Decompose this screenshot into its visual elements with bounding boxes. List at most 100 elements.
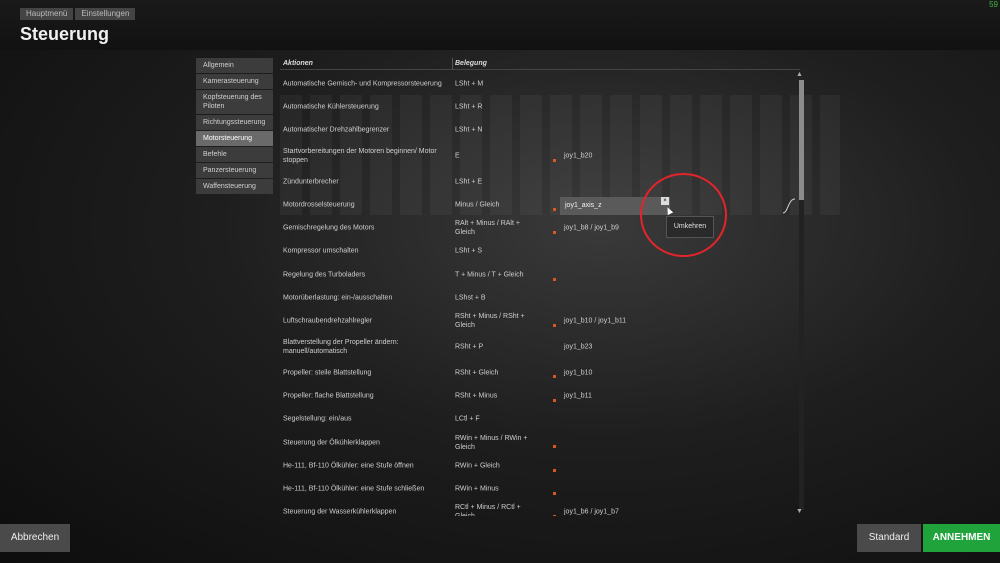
action-label: Steuerung der Ölkühlerklappen [283,439,380,446]
binding-row[interactable]: Propeller: steile Blattstellung RSht + Gl… [280,361,796,384]
binding-row[interactable]: Steuerung der Wasserkühlerklappen RCtl + … [280,501,796,516]
key-binding[interactable]: RWin + Minus / RWin + Gleich [455,434,535,452]
modified-marker-icon [553,277,556,281]
joystick-binding[interactable]: joy1_b10 / joy1_b11 [564,317,644,326]
bindings-table: Automatische Gemisch- und Kompressorsteu… [280,72,796,516]
modified-marker-icon [553,375,556,379]
action-label: Automatischer Drehzahlbegrenzer [283,126,390,134]
joystick-binding[interactable]: joy1_b8 / joy1_b9 [564,224,644,233]
key-binding[interactable]: LSht + N [455,126,535,135]
page-title: Steuerung [20,24,110,44]
breadcrumb: Hauptmenü Einstellungen [20,8,137,20]
modified-marker-icon [553,468,556,472]
action-label: He-111, Bf-110 Ölkühler: eine Stufe öffn… [283,462,414,470]
action-label: Segelstellung: ein/aus [283,415,352,423]
action-label: Regelung des Turboladers [283,271,366,279]
action-label: Kompressor umschalten [283,247,359,255]
sidebar-item[interactable]: Befehle [196,147,273,162]
binding-row[interactable]: Automatischer Drehzahlbegrenzer LSht + N [280,119,796,142]
action-label: Automatische Gemisch- und Kompressorsteu… [283,80,442,88]
binding-row[interactable]: Propeller: flache Blattstellung RSht + Mi… [280,384,796,407]
key-binding[interactable]: RCtl + Minus / RCtl + Gleich [455,503,535,516]
modified-marker-icon [553,398,556,402]
binding-row[interactable]: Automatische Kühlersteuerung LSht + R [280,95,796,118]
key-binding[interactable]: RSht + Gleich [455,368,535,377]
highlight-circle [640,173,727,257]
modified-marker-icon [553,207,556,211]
binding-row[interactable]: Kompressor umschalten LSht + S [280,240,796,263]
action-label: Steuerung der Wasserkühlerklappen [283,508,397,516]
column-header-actions: Aktionen [283,60,313,67]
modified-marker-icon [553,445,556,449]
binding-row[interactable]: Startvorbereitungen der Motoren beginnen… [280,142,796,170]
column-header-binding: Belegung [455,60,487,67]
key-binding[interactable]: LSht + E [455,177,535,186]
modified-marker-icon [553,491,556,495]
modified-marker-icon [553,515,556,516]
binding-row[interactable]: Steuerung der Ölkühlerklappen RWin + Minu… [280,431,796,454]
joystick-binding[interactable]: joy1_b20 [564,151,644,160]
key-binding[interactable]: LCtl + F [455,415,535,424]
modified-marker-icon [553,159,556,163]
sidebar-item[interactable]: Richtungssteuerung [196,115,273,130]
key-binding[interactable]: RWin + Gleich [455,461,535,470]
key-binding[interactable]: T + Minus / T + Gleich [455,270,535,279]
binding-row[interactable]: Motorüberlastung: ein-/ausschalten LShst … [280,286,796,309]
action-label: Blattverstellung der Propeller ändern: m… [283,338,399,355]
scroll-down-icon[interactable]: ▼ [796,508,803,515]
cancel-button[interactable]: Abbrechen [0,524,70,552]
sidebar-item[interactable]: Panzersteuerung [196,163,273,178]
joystick-binding[interactable]: joy1_b11 [564,391,644,400]
binding-row[interactable]: He-111, Bf-110 Ölkühler: eine Stufe öffn… [280,454,796,477]
action-label: Luftschraubendrehzahlregler [283,317,373,325]
column-divider [452,58,453,70]
action-label: Motordrosselsteuerung [283,201,355,209]
joystick-binding[interactable]: joy1_b6 / joy1_b7 [564,508,644,516]
binding-row[interactable]: Blattverstellung der Propeller ändern: m… [280,333,796,361]
breadcrumb-settings[interactable]: Einstellungen [75,8,136,20]
breadcrumb-main-menu[interactable]: Hauptmenü [20,8,74,20]
joystick-binding[interactable]: joy1_b10 [564,368,644,377]
table-header: Aktionen Belegung [280,58,800,70]
scrollbar-thumb[interactable] [799,80,804,200]
key-binding[interactable]: RSht + P [455,342,535,351]
key-binding[interactable]: LShst + B [455,294,535,303]
response-curve-icon[interactable] [782,198,796,214]
top-bar: Hauptmenü Einstellungen Steuerung 59 [0,0,1000,50]
binding-row[interactable]: Automatische Gemisch- und Kompressorsteu… [280,72,796,95]
key-binding[interactable]: RSht + Minus / RSht + Gleich [455,312,535,330]
fps-counter: 59 [989,0,998,9]
action-label: Propeller: flache Blattstellung [283,392,374,400]
key-binding[interactable]: RWin + Minus [455,485,535,494]
sidebar-item[interactable]: Kopfsteuerung des Piloten [196,90,273,114]
binding-row[interactable]: Segelstellung: ein/aus LCtl + F [280,408,796,431]
sidebar-item[interactable]: Motorsteuerung [196,131,273,146]
action-label: Propeller: steile Blattstellung [283,369,372,377]
action-label: Startvorbereitungen der Motoren beginnen… [283,147,437,164]
action-label: Motorüberlastung: ein-/ausschalten [283,294,393,302]
key-binding[interactable]: E [455,151,535,160]
action-label: He-111, Bf-110 Ölkühler: eine Stufe schl… [283,485,425,493]
category-sidebar: Allgemein Kamerasteuerung Kopfsteuerung de… [196,58,273,195]
sidebar-item[interactable]: Waffensteuerung [196,179,273,194]
binding-row[interactable]: Regelung des Turboladers T + Minus / T + … [280,263,796,286]
joystick-binding[interactable]: joy1_b23 [564,342,644,351]
modified-marker-icon [553,324,556,328]
modified-marker-icon [553,230,556,234]
scroll-up-icon[interactable]: ▲ [796,71,803,78]
action-label: Automatische Kühlersteuerung [283,103,379,111]
key-binding[interactable]: LSht + R [455,102,535,111]
key-binding[interactable]: RAlt + Minus / RAlt + Gleich [455,219,535,237]
apply-button[interactable]: ANNEHMEN [923,524,1000,552]
key-binding[interactable]: RSht + Minus [455,391,535,400]
key-binding[interactable]: LSht + M [455,79,535,88]
key-binding[interactable]: Minus / Gleich [455,200,535,209]
key-binding[interactable]: LSht + S [455,247,535,256]
sidebar-item[interactable]: Kamerasteuerung [196,74,273,89]
default-button[interactable]: Standard [857,524,921,552]
binding-row[interactable]: He-111, Bf-110 Ölkühler: eine Stufe schl… [280,477,796,500]
action-label: Zündunterbrecher [283,178,339,186]
sidebar-item[interactable]: Allgemein [196,58,273,73]
binding-row[interactable]: Luftschraubendrehzahlregler RSht + Minus … [280,310,796,333]
action-label: Gemischregelung des Motors [283,224,375,232]
